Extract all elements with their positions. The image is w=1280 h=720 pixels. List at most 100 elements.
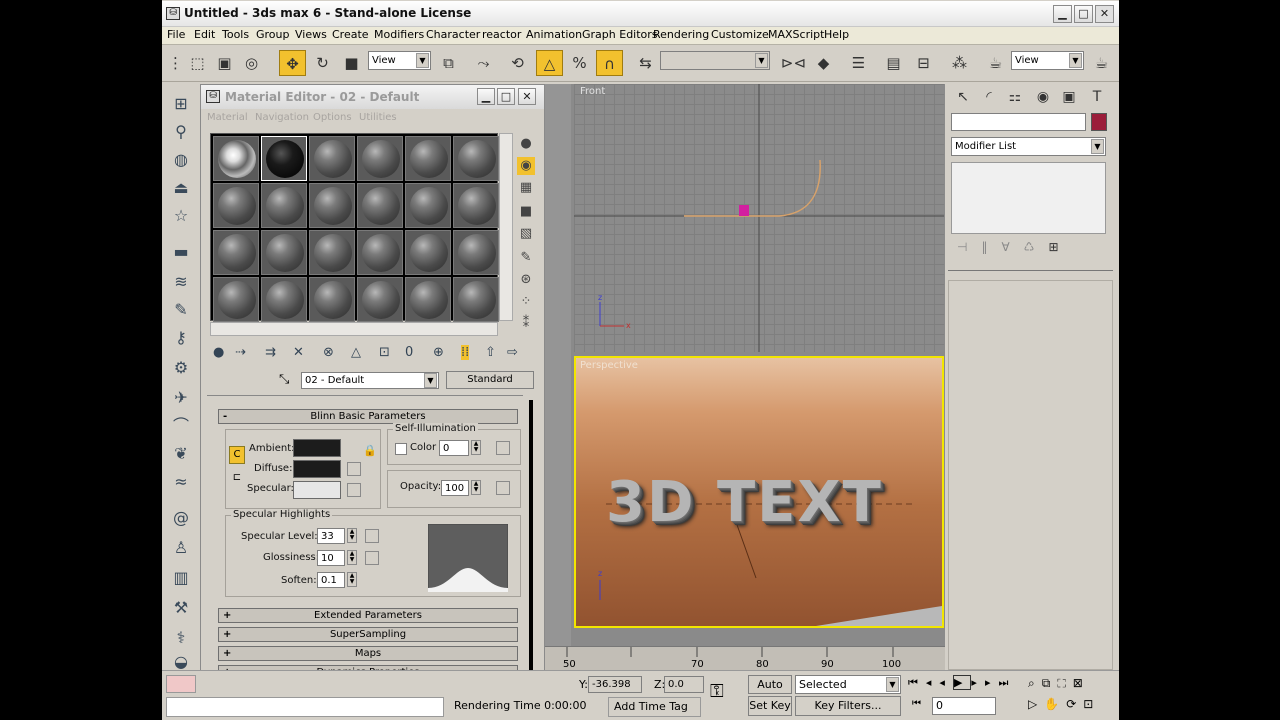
pan-icon[interactable]: ✋ <box>1044 697 1066 711</box>
put-to-library-icon[interactable]: ⊡ <box>379 345 390 360</box>
object-color-swatch[interactable] <box>1091 113 1107 131</box>
front-viewport[interactable]: Front z x <box>574 84 944 352</box>
menu-maxscript[interactable]: MAXScript <box>768 28 824 41</box>
sample-slot[interactable] <box>213 136 259 181</box>
key-icon[interactable]: ⚿ <box>710 681 724 702</box>
go-to-start-icon[interactable]: ⏮ <box>908 676 926 689</box>
mat-menu-navigation[interactable]: Navigation <box>255 112 309 123</box>
sample-slot[interactable] <box>357 136 403 181</box>
menu-character[interactable]: Character <box>426 28 480 41</box>
perspective-viewport[interactable]: Perspective z 3D TEXT <box>574 356 944 628</box>
zoom-all-icon[interactable]: ⧉ <box>1042 676 1058 690</box>
material-effects-channel-icon[interactable]: 0 <box>405 345 413 360</box>
sample-type-icon[interactable]: ● <box>517 135 535 153</box>
bind-icon[interactable]: ⚲ <box>168 120 194 144</box>
sample-uv-tiling-icon[interactable]: ■ <box>517 203 535 221</box>
mirror-icon[interactable]: ⤳ <box>470 50 497 76</box>
layer-manager-icon[interactable]: ☰ <box>845 50 872 76</box>
configure-modifier-sets-icon[interactable]: ⊞ <box>1048 240 1072 254</box>
set-key-button[interactable]: Set Key <box>748 696 792 716</box>
pick-material-icon[interactable]: ⤡ <box>279 372 289 387</box>
opacity-map-button[interactable] <box>496 481 510 495</box>
menu-modifiers[interactable]: Modifiers <box>374 28 424 41</box>
extended-parameters-rollout[interactable]: + Extended Parameters <box>218 608 518 623</box>
menu-edit[interactable]: Edit <box>194 28 215 41</box>
menu-views[interactable]: Views <box>295 28 327 41</box>
leaf-icon[interactable]: ❦ <box>168 442 194 466</box>
ambient-color-swatch[interactable] <box>293 439 341 457</box>
key-filters-button[interactable]: Key Filters... <box>795 696 901 716</box>
put-to-scene-icon[interactable]: ⇢ <box>235 345 246 360</box>
make-copy-icon[interactable]: ⊗ <box>323 345 334 360</box>
sample-slot[interactable] <box>453 277 499 322</box>
named-selection-sets-select[interactable]: ▼ <box>660 51 770 70</box>
diffuse-color-swatch[interactable] <box>293 460 341 478</box>
sample-slot[interactable] <box>213 277 259 322</box>
material-navigator-icon[interactable]: ⁑ <box>517 315 535 333</box>
glossiness-field[interactable]: 10 <box>317 550 345 566</box>
sample-slot[interactable] <box>405 136 451 181</box>
slots-vertical-scrollbar[interactable] <box>499 133 513 321</box>
mat-menu-utilities[interactable]: Utilities <box>359 112 397 123</box>
play-icon[interactable]: ▶ <box>952 675 972 690</box>
key-mode-select[interactable]: Selected ▼ <box>795 675 901 694</box>
background-icon[interactable]: ▦ <box>517 179 535 197</box>
current-frame-field[interactable]: 0 <box>932 697 996 715</box>
hierarchy-tab-icon[interactable]: ⚏ <box>1003 86 1027 108</box>
object-name-field[interactable] <box>951 113 1086 131</box>
wave-icon[interactable]: ≈ <box>168 470 194 494</box>
modify-tab-icon[interactable]: ◜ <box>977 86 1001 108</box>
cylinder-icon[interactable]: ≋ <box>168 270 194 294</box>
self-illum-color-checkbox[interactable] <box>395 443 407 455</box>
modifier-list-dropdown[interactable]: Modifier List ▼ <box>951 137 1106 156</box>
reference-coordinate-select[interactable]: View ▼ <box>368 51 431 70</box>
hierarchy-icon[interactable]: ⊞ <box>168 92 194 116</box>
lock-ambient-diffuse-icon[interactable]: C <box>229 446 245 464</box>
pivot-center-icon[interactable]: ⧉ <box>435 50 462 76</box>
menu-customize[interactable]: Customize <box>711 28 769 41</box>
render-type-select[interactable]: View ▼ <box>1011 51 1084 70</box>
video-color-check-icon[interactable]: ▧ <box>517 225 535 243</box>
track-bar[interactable]: 50 70 80 90 100 <box>545 646 945 670</box>
sample-slot[interactable] <box>357 277 403 322</box>
maximize-viewport-icon[interactable]: ⊡ <box>1083 697 1100 711</box>
menu-animation[interactable]: Animation <box>526 28 582 41</box>
select-move-icon[interactable]: ✥ <box>279 50 306 76</box>
select-object-icon[interactable]: ⬚ <box>184 50 211 76</box>
soften-field[interactable]: 0.1 <box>317 572 345 588</box>
next-frame-icon[interactable]: ▸▸ <box>971 676 998 689</box>
material-editor-icon[interactable]: ⁂ <box>946 50 973 76</box>
helper-icon[interactable]: ⏏ <box>168 176 194 200</box>
sample-slot[interactable] <box>309 183 355 228</box>
get-material-icon[interactable]: ● <box>213 345 224 360</box>
sample-slot[interactable] <box>261 230 307 275</box>
percent-snap-icon[interactable]: % <box>566 50 593 76</box>
mirror-tool-icon[interactable]: ⊳⊲ <box>780 50 807 76</box>
sample-slot[interactable] <box>309 277 355 322</box>
mat-menu-options[interactable]: Options <box>313 112 352 123</box>
make-preview-icon[interactable]: ✎ <box>517 249 535 267</box>
opacity-field[interactable]: 100 <box>441 480 469 496</box>
material-name-field[interactable]: 02 - Default ▼ <box>301 372 439 389</box>
key-mode-toggle-icon[interactable]: ⏮ <box>912 698 921 709</box>
show-end-result-icon[interactable]: ⁞⁞ <box>461 345 470 360</box>
zoom-extents-all-icon[interactable]: ⊠ <box>1073 676 1090 690</box>
self-illum-value-field[interactable]: 0 <box>439 440 469 456</box>
reset-map-icon[interactable]: ✕ <box>293 345 304 360</box>
show-end-result-stack-icon[interactable]: ‖ <box>981 240 1001 254</box>
show-map-in-viewport-icon[interactable]: ⊕ <box>433 345 444 360</box>
material-type-button[interactable]: Standard <box>446 371 534 389</box>
angle-snap-icon[interactable]: △ <box>536 50 563 76</box>
sample-slot[interactable] <box>357 183 403 228</box>
options-icon[interactable]: ⊛ <box>517 271 535 289</box>
specular-level-map-button[interactable] <box>365 529 379 543</box>
spinner-snap-icon[interactable]: ∩ <box>596 50 623 76</box>
sample-slot[interactable] <box>261 277 307 322</box>
sample-slot[interactable] <box>405 230 451 275</box>
window-crossing-icon[interactable]: ◎ <box>238 50 265 76</box>
gear-icon[interactable]: ⚙ <box>168 356 194 380</box>
maxscript-mini-listener-input[interactable] <box>166 697 444 717</box>
make-unique-stack-icon[interactable]: ∀ <box>1001 240 1023 254</box>
remove-modifier-icon[interactable]: ♺ <box>1024 240 1049 254</box>
menu-group[interactable]: Group <box>256 28 290 41</box>
